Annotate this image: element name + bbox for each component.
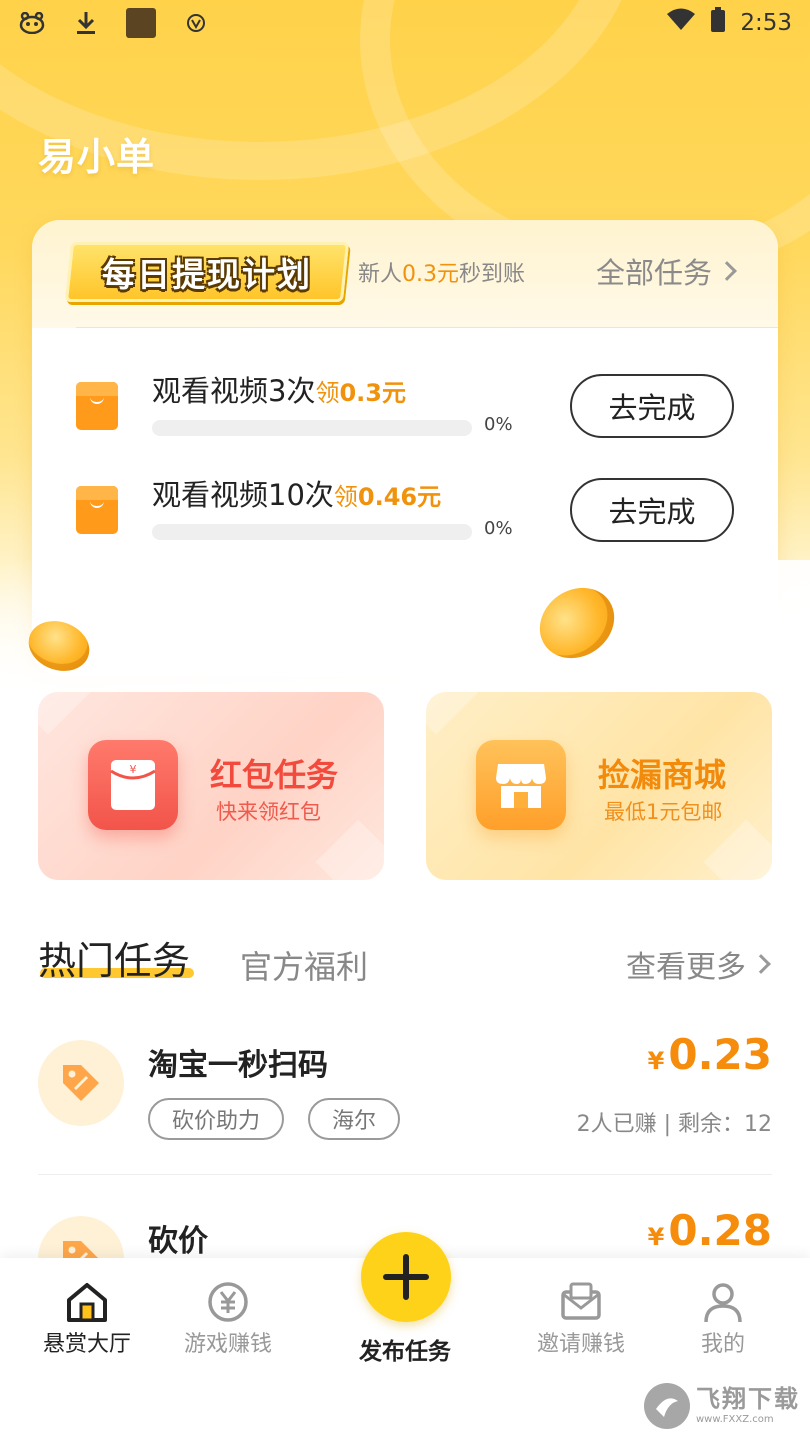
red-envelope-icon: ¥ (88, 740, 178, 830)
promo-subtitle: 快来领红包 (216, 800, 321, 824)
nav-item-bounty-hall[interactable]: 悬赏大厅 (22, 1280, 152, 1358)
daily-task-row: 观看视频10次领0.46元 0% 去完成 (32, 472, 778, 562)
divider (76, 327, 778, 328)
task-progress-text: 0% (484, 414, 513, 435)
task-progress-bar (152, 420, 472, 436)
task-title: 观看视频3次领0.3元 (152, 374, 406, 408)
app-thumbnail-icon (126, 8, 156, 38)
plus-icon (383, 1254, 429, 1300)
promo-subtitle: 最低1元包邮 (604, 800, 723, 824)
see-more-link[interactable]: 查看更多 (626, 942, 771, 986)
complete-task-button[interactable]: 去完成 (570, 478, 734, 542)
nav-label: 游戏赚钱 (183, 1332, 272, 1357)
decorative-wave (0, 560, 810, 700)
site-watermark: 飞翔下载 www.FXXZ.com (644, 1380, 804, 1432)
publish-task-fab[interactable] (361, 1232, 451, 1322)
daily-plan-header: 每日提现计划 新人0.3元秒到账 全部任务 (32, 220, 778, 328)
shield-icon (182, 9, 210, 37)
download-icon (72, 9, 100, 37)
nav-label: 悬赏大厅 (42, 1332, 131, 1357)
subtitle-amount: 0.3元 (402, 262, 460, 287)
decorative-shape (426, 692, 479, 735)
watermark-logo-icon (644, 1383, 690, 1429)
all-tasks-link[interactable]: 全部任务 (595, 250, 737, 292)
wifi-icon (666, 8, 696, 38)
currency-symbol: ¥ (647, 1223, 665, 1251)
decorative-shape (703, 819, 772, 880)
daily-plan-subtitle: 新人0.3元秒到账 (358, 262, 526, 287)
watermark-url: www.FXXZ.com (696, 1414, 774, 1425)
status-time: 2:53 (740, 10, 792, 36)
chevron-right-icon (717, 261, 737, 281)
task-reward: 0.46元 (357, 483, 442, 511)
red-envelope-task-card[interactable]: ¥ 红包任务 快来领红包 (38, 692, 384, 880)
nav-item-mine[interactable]: 我的 (658, 1280, 788, 1358)
complete-task-button[interactable]: 去完成 (570, 374, 734, 438)
task-item-title: 砍价 (148, 1224, 208, 1259)
task-title: 观看视频10次领0.46元 (152, 478, 442, 512)
task-progress-text: 0% (484, 518, 513, 539)
home-icon (67, 1283, 107, 1322)
hot-task-item[interactable]: 淘宝一秒扫码 砍价助力 海尔 ¥0.23 2人已赚 | 剩余：12 (38, 1030, 772, 1190)
divider (38, 1174, 772, 1175)
nav-item-invite-earn[interactable]: 邀请赚钱 (516, 1280, 646, 1358)
status-bar: 2:53 (0, 0, 810, 46)
promo-title: 捡漏商城 (598, 756, 727, 794)
promo-title: 红包任务 (210, 756, 339, 794)
app-logo: 易小单 (38, 135, 156, 179)
battery-icon (710, 7, 726, 39)
app-notification-icon (18, 9, 46, 37)
task-item-title: 淘宝一秒扫码 (148, 1048, 328, 1083)
task-price: ¥0.23 (648, 1030, 772, 1079)
decorative-shape (315, 819, 384, 880)
task-price-value: 0.23 (668, 1030, 772, 1079)
decorative-shape (38, 692, 91, 735)
tab-official-benefits[interactable]: 官方福利 (240, 942, 368, 988)
see-more-label: 查看更多 (626, 950, 746, 985)
yen-coin-icon (208, 1282, 248, 1322)
chevron-right-icon (751, 954, 771, 974)
task-reward: 0.3元 (339, 379, 406, 407)
task-meta: 2人已赚 | 剩余：12 (576, 1112, 772, 1137)
publish-task-label: 发布任务 (359, 1339, 451, 1365)
nav-label: 我的 (700, 1332, 745, 1357)
task-progress-bar (152, 524, 472, 540)
price-tag-icon (38, 1040, 124, 1126)
bargain-mall-card[interactable]: 捡漏商城 最低1元包邮 (426, 692, 772, 880)
daily-plan-badge: 每日提现计划 (64, 242, 350, 302)
all-tasks-label: 全部任务 (595, 256, 712, 290)
nav-label: 邀请赚钱 (536, 1332, 625, 1357)
daily-plan-title: 每日提现计划 (102, 255, 312, 294)
task-section-tabs: 热门任务 官方福利 查看更多 (38, 930, 774, 990)
task-tag: 砍价助力 (148, 1098, 285, 1140)
red-envelope-icon (76, 486, 118, 534)
task-price: ¥0.28 (648, 1206, 772, 1255)
shop-icon (476, 740, 566, 830)
task-price-value: 0.28 (668, 1206, 772, 1255)
nav-item-game-earn[interactable]: 游戏赚钱 (163, 1280, 293, 1358)
currency-symbol: ¥ (647, 1047, 665, 1075)
tab-hot-tasks[interactable]: 热门任务 (38, 930, 190, 985)
daily-task-row: 观看视频3次领0.3元 0% 去完成 (32, 368, 778, 458)
watermark-text: 飞翔下载 (696, 1385, 800, 1413)
task-tag: 海尔 (308, 1098, 401, 1140)
red-envelope-icon (76, 382, 118, 430)
mail-icon (561, 1282, 601, 1320)
user-icon (704, 1283, 742, 1323)
svg-text:¥: ¥ (130, 763, 137, 776)
